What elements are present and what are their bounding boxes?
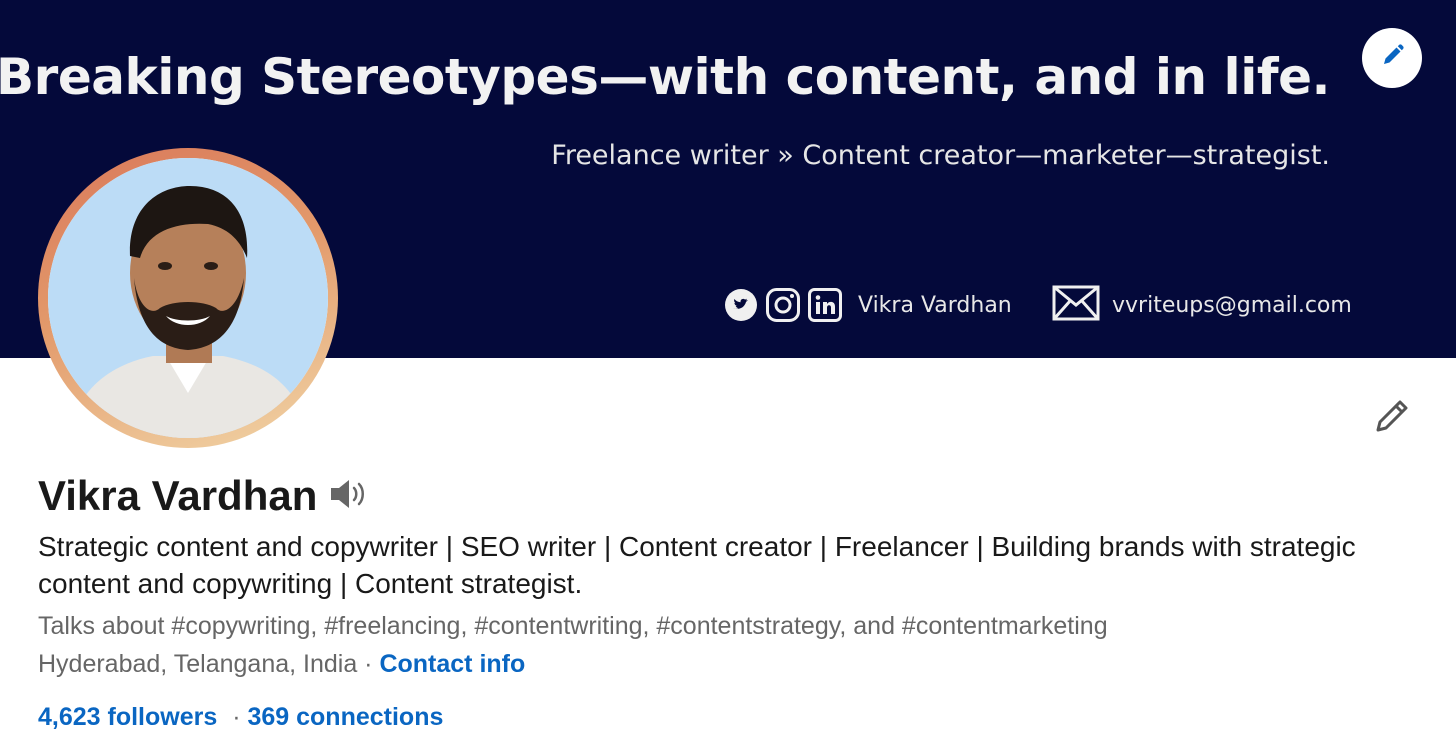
talks-about: Talks about #copywriting, #freelancing, … <box>38 612 1108 640</box>
profile-photo-ring[interactable] <box>38 148 338 448</box>
pencil-icon <box>1372 396 1412 441</box>
linkedin-icon <box>808 288 842 322</box>
banner-title: Breaking Stereotypes—with content, and i… <box>0 48 1330 106</box>
edit-banner-button[interactable] <box>1362 28 1422 88</box>
pencil-icon <box>1379 43 1405 74</box>
twitter-icon <box>724 288 758 322</box>
name-row: Vikra Vardhan <box>38 472 369 520</box>
banner-social-handle: Vikra Vardhan <box>858 292 1012 318</box>
mail-icon <box>1052 285 1100 326</box>
profile-headline: Strategic content and copywriter | SEO w… <box>38 531 1356 599</box>
banner-subtitle: Freelance writer » Content creator—marke… <box>551 140 1330 171</box>
followers-link[interactable]: 4,623 followers <box>38 703 217 731</box>
banner-email-row: vvriteups@gmail.com <box>1052 285 1352 325</box>
location-row: Hyderabad, Telangana, India · Contact in… <box>38 650 525 679</box>
stats-separator: · <box>225 703 248 731</box>
location-separator: · <box>357 650 380 678</box>
name-pronunciation-button[interactable] <box>329 477 369 516</box>
speaker-icon <box>329 479 369 515</box>
instagram-icon <box>766 288 800 322</box>
banner-social-row: Vikra Vardhan <box>724 285 1012 325</box>
banner-email: vvriteups@gmail.com <box>1112 292 1352 318</box>
connections-link[interactable]: 369 connections <box>247 703 443 731</box>
contact-info-link[interactable]: Contact info <box>379 650 525 678</box>
profile-name: Vikra Vardhan <box>38 472 318 519</box>
avatar <box>48 158 328 438</box>
network-stats-row: 4,623 followers · 369 connections <box>38 703 443 732</box>
location: Hyderabad, Telangana, India <box>38 650 358 678</box>
edit-intro-button[interactable] <box>1370 396 1414 440</box>
